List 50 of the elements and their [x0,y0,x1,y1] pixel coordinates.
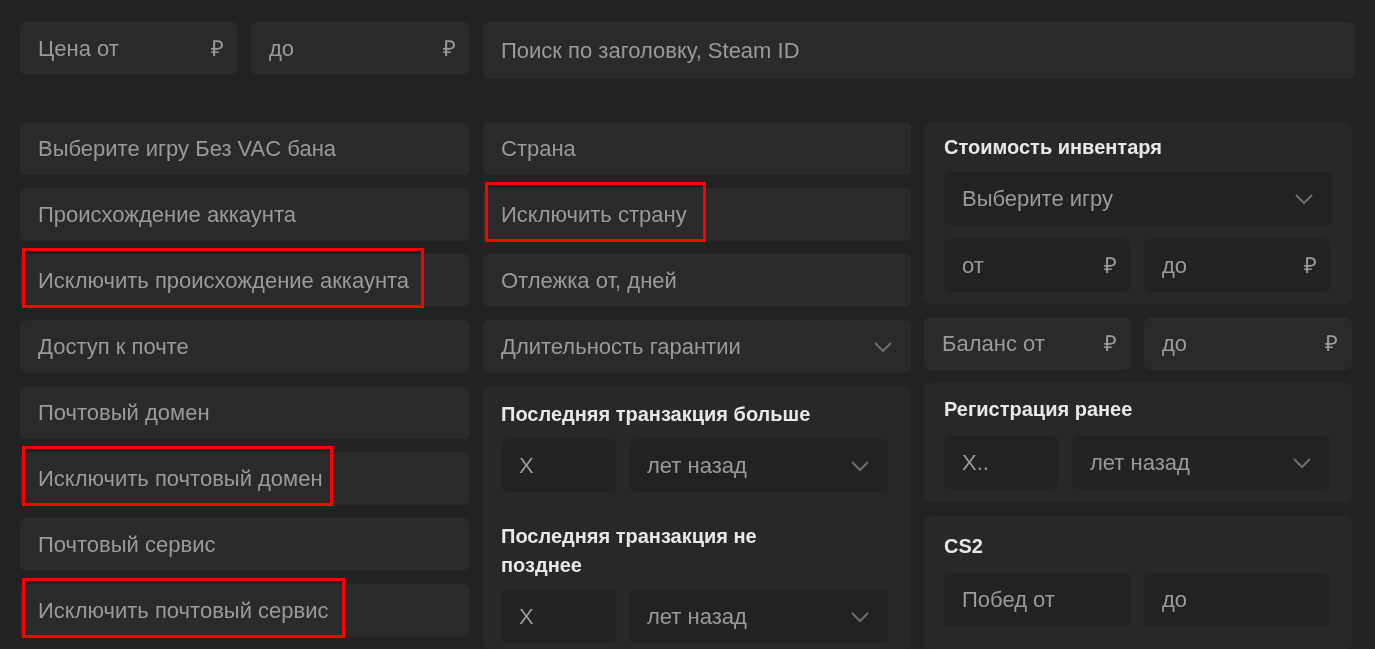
input-field[interactable]: от [962,249,1096,282]
price-field[interactable]: до ₽ [1144,239,1331,292]
chevron-down-icon [1294,192,1314,205]
input-field[interactable]: Страна [483,122,911,175]
input-field[interactable]: до [1144,573,1330,626]
chevron-down-icon [850,610,870,623]
currency-sign: ₽ [1104,252,1117,280]
search-field[interactable]: Поиск по заголовку, Steam ID [483,22,1355,79]
input-field[interactable]: Выберите игру Без VAC бана [20,122,470,175]
chevron-down-icon [873,340,893,353]
input-field[interactable]: X [501,439,616,492]
dropdown[interactable]: лет назад [629,590,888,643]
section-title: CS2 [944,534,984,559]
section-title: Регистрация ранее [944,397,1134,422]
input-field[interactable]: Исключить почтовый домен [20,452,470,505]
dropdown[interactable]: Выберите игру [944,172,1332,225]
input-field[interactable]: Почтовый домен [20,386,470,439]
input-field[interactable]: Исключить происхождение аккаунта [20,254,470,307]
input-field[interactable]: Происхождение аккаунта [20,188,470,241]
input-field[interactable]: Исключить почтовый сервис [20,584,470,637]
section-title: Последняя транзакция не позднее [501,524,758,578]
currency-sign: ₽ [443,35,456,63]
input-field[interactable]: Исключить страну [483,188,911,241]
input-field[interactable]: Доступ к почте [20,320,470,373]
price-field[interactable]: до ₽ [251,22,470,75]
price-field[interactable]: Баланс от ₽ [924,317,1131,370]
dropdown[interactable]: лет назад [629,439,888,492]
currency-sign: ₽ [1104,330,1117,358]
input-field[interactable]: до [1162,327,1317,360]
input-field[interactable]: Отлежка от, дней [483,254,911,307]
price-field[interactable]: до ₽ [1144,317,1352,370]
input-field[interactable]: Побед от [944,573,1131,626]
dropdown[interactable]: Длительность гарантии [483,320,911,373]
currency-sign: ₽ [1325,330,1338,358]
input-field[interactable]: до [269,32,435,65]
input-field[interactable]: Цена от [38,32,203,65]
input-field[interactable]: до [1162,249,1296,282]
chevron-down-icon [850,459,870,472]
dropdown[interactable]: лет назад [1072,436,1330,489]
input-field[interactable]: X [501,590,616,643]
chevron-down-icon [1292,456,1312,469]
section-title: Стоимость инвентаря [944,135,1163,160]
input-field[interactable]: X.. [944,436,1059,489]
input-field[interactable]: Почтовый сервис [20,518,470,571]
price-field[interactable]: Цена от ₽ [20,22,238,75]
price-field[interactable]: от ₽ [944,239,1131,292]
currency-sign: ₽ [1304,252,1317,280]
section-title: Последняя транзакция больше [501,402,812,427]
currency-sign: ₽ [211,35,224,63]
input-field[interactable]: Баланс от [942,327,1096,360]
